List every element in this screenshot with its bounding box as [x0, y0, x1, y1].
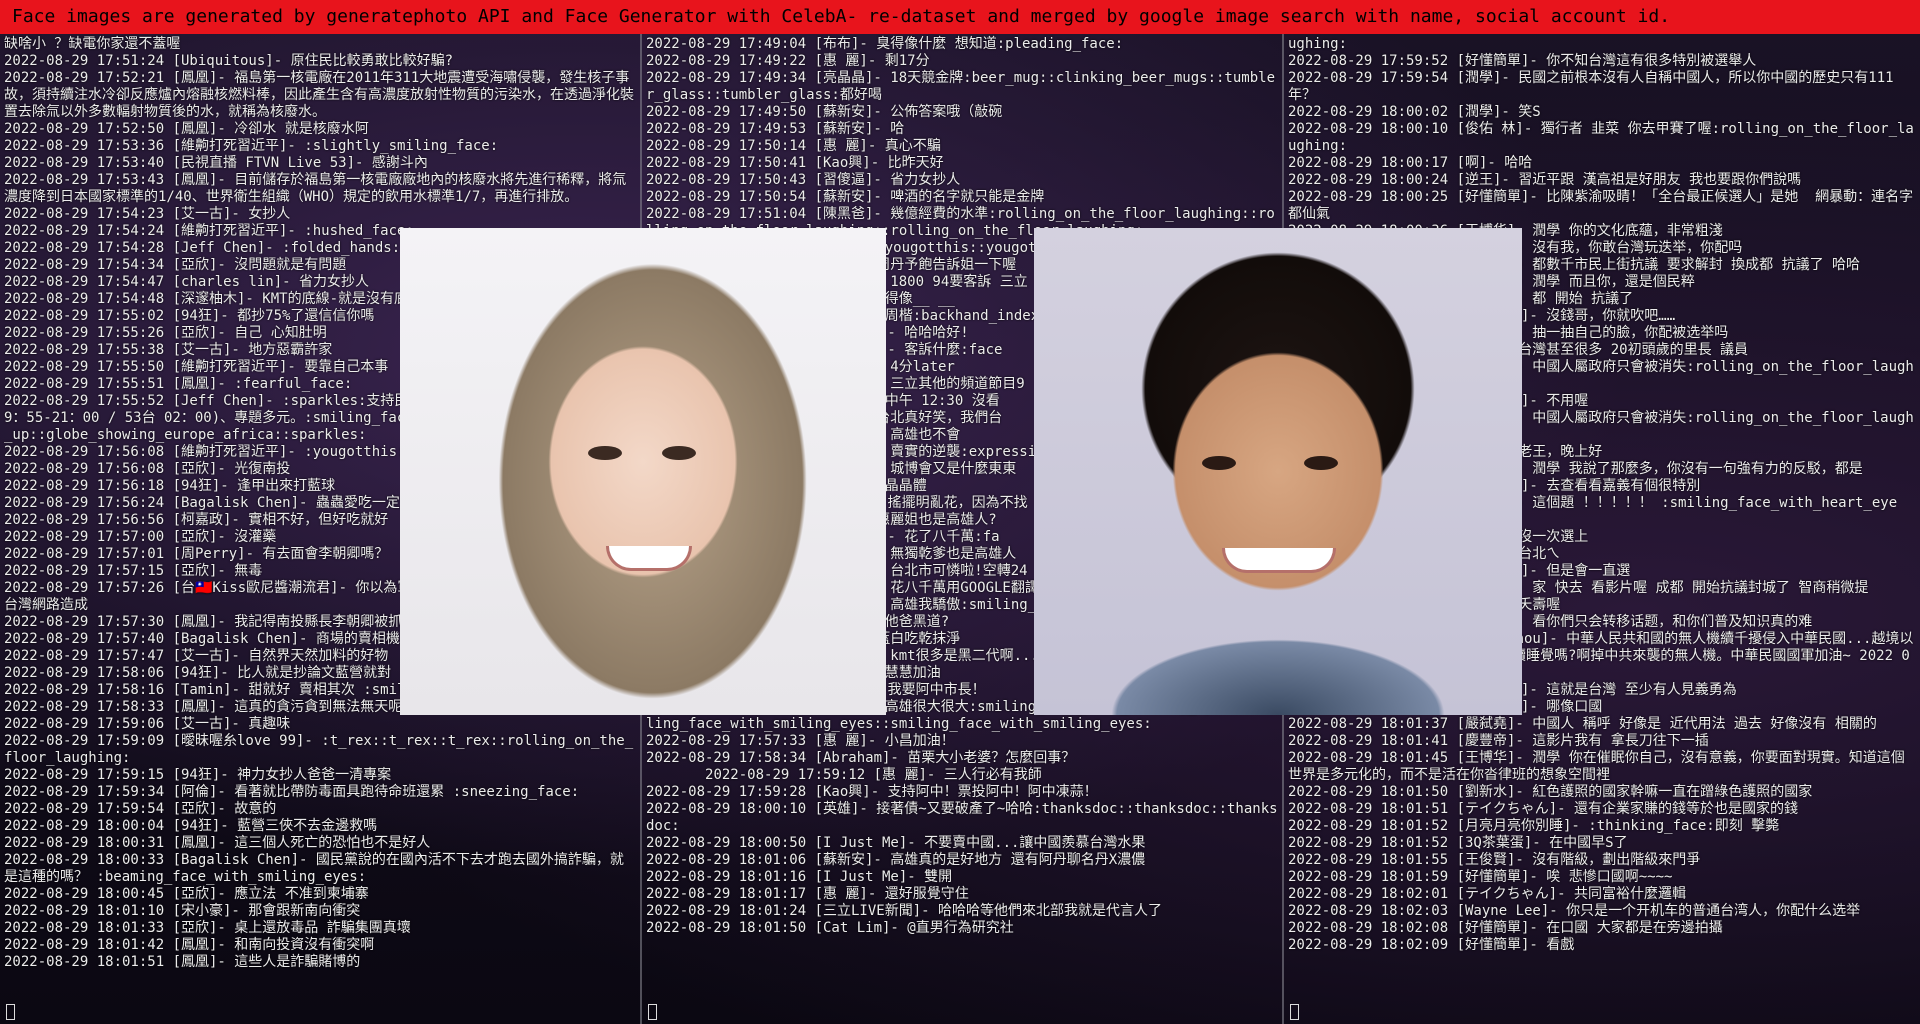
- eye-icon: [662, 446, 696, 460]
- disclaimer-banner: Face images are generated by generatepho…: [0, 0, 1920, 34]
- chat-log-line: 2022-08-29 18:02:08 [好懂簡單]- 在口國 大家都是在旁邊拍…: [1288, 920, 1723, 936]
- chat-log-line: 2022-08-29 17:51:24 [Ubiquitous]- 原住民比較勇…: [4, 53, 454, 69]
- chat-log-line: 2022-08-29 17:53:40 [民視直播 FTVN Live 53]-…: [4, 155, 428, 171]
- smile-icon: [1222, 548, 1336, 573]
- chat-log-line: 2022-08-29 17:49:53 [蘇新安]- 哈: [646, 121, 905, 137]
- chat-log-line: 2022-08-29 18:00:10 [俊佑 林]- 獨行者 韭菜 你去甲賽了…: [1288, 121, 1914, 154]
- chat-log-line: 2022-08-29 17:53:43 [鳳凰]- 目前儲存於福島第一核電廠廠地…: [4, 172, 627, 205]
- eye-icon: [588, 446, 622, 460]
- chat-log-line: 2022-08-29 18:00:50 [I Just Me]- 不要賣中國..…: [646, 835, 1146, 851]
- chat-log-line: 2022-08-29 18:00:33 [Bagalisk Chen]- 國民黨…: [4, 852, 624, 885]
- chat-log-line: 2022-08-29 17:54:23 [艾一古]- 女抄人: [4, 206, 291, 222]
- chat-log-line: 2022-08-29 17:52:21 [鳳凰]- 福島第一核電廠在2011年3…: [4, 70, 634, 120]
- chat-log-line: 2022-08-29 17:59:12 [惠 麗]- 三人行必有我師: [646, 767, 1042, 783]
- chat-log-line: 2022-08-29 18:01:52 [月亮月亮你別睡]- :thinking…: [1288, 818, 1780, 834]
- generated-face-photo-right: [1034, 228, 1522, 715]
- chat-log-line: 缺啥小 ？缺電你家還不蓋喔: [4, 36, 181, 52]
- chat-log-line: 2022-08-29 18:01:24 [三立LIVE新聞]- 哈哈哈等他們來北…: [646, 903, 1163, 919]
- chat-log-line: 2022-08-29 17:59:15 [94狂]- 神力女抄人爸爸一清專案: [4, 767, 392, 783]
- terminal-cursor-icon: [648, 1004, 657, 1020]
- chat-log-line: 2022-08-29 17:59:54 [亞欣]- 故意的: [4, 801, 277, 817]
- chat-log-line: 2022-08-29 18:01:51 [鳳凰]- 這些人是詐騙賭博的: [4, 954, 361, 970]
- chat-log-line: 2022-08-29 17:53:36 [維齁打死習近平]- :slightly…: [4, 138, 499, 154]
- chat-log-line: 2022-08-29 17:52:50 [鳳凰]- 冷卻水 就是核廢水阿: [4, 121, 369, 137]
- chat-log-line: 2022-08-29 17:50:54 [蘇新安]- 啤酒的名字就只能是金牌: [646, 189, 1045, 205]
- chat-log-line: 2022-08-29 18:01:06 [蘇新安]- 高雄真的是好地方 還有阿丹…: [646, 852, 1146, 868]
- chat-log-line: 2022-08-29 17:59:52 [好懂簡單]- 你不知台灣這有很多特別被…: [1288, 53, 1757, 69]
- chat-log-line: 2022-08-29 18:00:45 [亞欣]- 應立法 不准到柬埔寨: [4, 886, 369, 902]
- chat-log-line: 2022-08-29 18:02:03 [Wayne Lee]- 你只是一个开机…: [1288, 903, 1861, 919]
- chat-log-line: 2022-08-29 18:01:52 [3Q茶葉蛋]- 在中國早S了: [1288, 835, 1628, 851]
- chat-log-line: 2022-08-29 17:59:34 [阿倫]- 看著就比帶防毒面具跑待命班還…: [4, 784, 580, 800]
- chat-log-line: 2022-08-29 17:59:28 [Kao興]- 支持阿中！票投阿中！阿中…: [646, 784, 1098, 800]
- chat-log-line: 2022-08-29 17:50:41 [Kao興]- 比昨天好: [646, 155, 944, 171]
- chat-log-line: 2022-08-29 18:01:42 [鳳凰]- 和南向投資沒有衝突啊: [4, 937, 375, 953]
- chat-log-line: 2022-08-29 18:01:45 [王博华]- 潤學 你在催眠你自己，沒有…: [1288, 750, 1905, 783]
- chat-log-line: 2022-08-29 18:01:41 [慶豐帝]- 這影片我有 拿長刀往下一插: [1288, 733, 1709, 749]
- chat-log-line: 2022-08-29 18:00:24 [逆王]- 習近平跟 漢高祖是好朋友 我…: [1288, 172, 1802, 188]
- chat-log-line: 2022-08-29 18:02:01 [テイクちゃん]- 共同富裕什麼邏輯: [1288, 886, 1687, 902]
- chat-log-line: 2022-08-29 17:57:33 [惠 麗]- 小昌加油！: [646, 733, 955, 749]
- chat-log-line: 2022-08-29 18:01:33 [亞欣]- 桌上還放毒品 詐騙集團真壞: [4, 920, 411, 936]
- chat-log-line: 2022-08-29 18:01:50 [Cat Lim]- @直男行為研究社: [646, 920, 1014, 936]
- terminal-cursor-icon: [6, 1004, 15, 1020]
- generated-face-photo-left: [400, 228, 886, 715]
- chat-log-line: 2022-08-29 18:00:02 [潤學]- 笑S: [1288, 104, 1541, 120]
- chat-log-line: 2022-08-29 17:50:43 [習傻逼]- 省力女抄人: [646, 172, 961, 188]
- eye-icon: [1304, 456, 1338, 470]
- chat-log-line: ughing:: [1288, 36, 1348, 52]
- chat-log-line: 2022-08-29 18:01:10 [宋小豪]- 那會跟新南向衝突: [4, 903, 361, 919]
- chat-log-line: 2022-08-29 18:00:31 [鳳凰]- 這三個人死亡的恐怕也不是好人: [4, 835, 431, 851]
- chat-log-line: 2022-08-29 17:59:54 [潤學]- 民國之前根本沒有人自稱中國人…: [1288, 70, 1894, 103]
- chat-log-line: 2022-08-29 18:00:10 [英雄]- 接著債~又要破產了~哈哈:t…: [646, 801, 1278, 834]
- chat-log-line: 2022-08-29 17:58:34 [Abraham]- 苗栗大小老婆？怎麼…: [646, 750, 1076, 766]
- chat-log-line: 2022-08-29 17:49:04 [布布]- 臭得像什麼 想知道:plea…: [646, 36, 1124, 52]
- chat-log-line: 2022-08-29 18:01:59 [好懂簡單]- 唉 悲慘口國啊~~~~: [1288, 869, 1673, 885]
- chat-log-line: 2022-08-29 18:01:17 [惠 麗]- 還好服覺守住: [646, 886, 969, 902]
- chat-log-line: 2022-08-29 18:01:51 [テイクちゃん]- 還有企業家賺的錢等於…: [1288, 801, 1799, 817]
- chat-log-line: 2022-08-29 18:01:50 [劉新水]- 紅色護照的國家幹嘛一直在蹭…: [1288, 784, 1813, 800]
- chat-log-line: 2022-08-29 17:59:06 [艾一古]- 真趣味: [4, 716, 291, 732]
- terminal-cursor-icon: [1290, 1004, 1299, 1020]
- chat-log-line: 2022-08-29 17:50:14 [惠 麗]- 真心不騙: [646, 138, 941, 154]
- chat-log-line: 2022-08-29 18:01:37 [嚴弑堯]- 中國人 稱呼 好像是 近代…: [1288, 716, 1877, 732]
- chat-log-line: 2022-08-29 18:00:04 [94狂]- 藍營三俠不去金邊救嗎: [4, 818, 378, 834]
- chat-log-line: 2022-08-29 17:49:50 [蘇新安]- 公佈答案哦（敲碗: [646, 104, 1003, 120]
- chat-log-line: 2022-08-29 18:01:55 [王俊賢]- 沒有階級，劃出階級來門爭: [1288, 852, 1701, 868]
- chat-log-line: 2022-08-29 18:01:16 [I Just Me]- 雙開: [646, 869, 953, 885]
- chat-log-line: 2022-08-29 18:00:17 [啊]- 哈哈: [1288, 155, 1533, 171]
- chat-log-line: 2022-08-29 17:49:22 [惠 麗]- 剩17分: [646, 53, 930, 69]
- chat-log-line: 2022-08-29 17:49:34 [亮晶晶]- 18天競金牌:beer_m…: [646, 70, 1276, 103]
- chat-log-line: 2022-08-29 17:59:09 [曖昧喔糸love 99]- :t_re…: [4, 733, 634, 766]
- chat-log-line: 2022-08-29 18:02:09 [好懂簡單]- 看戲: [1288, 937, 1575, 953]
- chat-log-line: 2022-08-29 18:00:25 [好懂簡單]- 比陳紫渝吸睛！「全台最正…: [1288, 189, 1914, 222]
- eye-icon: [1202, 456, 1236, 470]
- smile-icon: [606, 546, 692, 571]
